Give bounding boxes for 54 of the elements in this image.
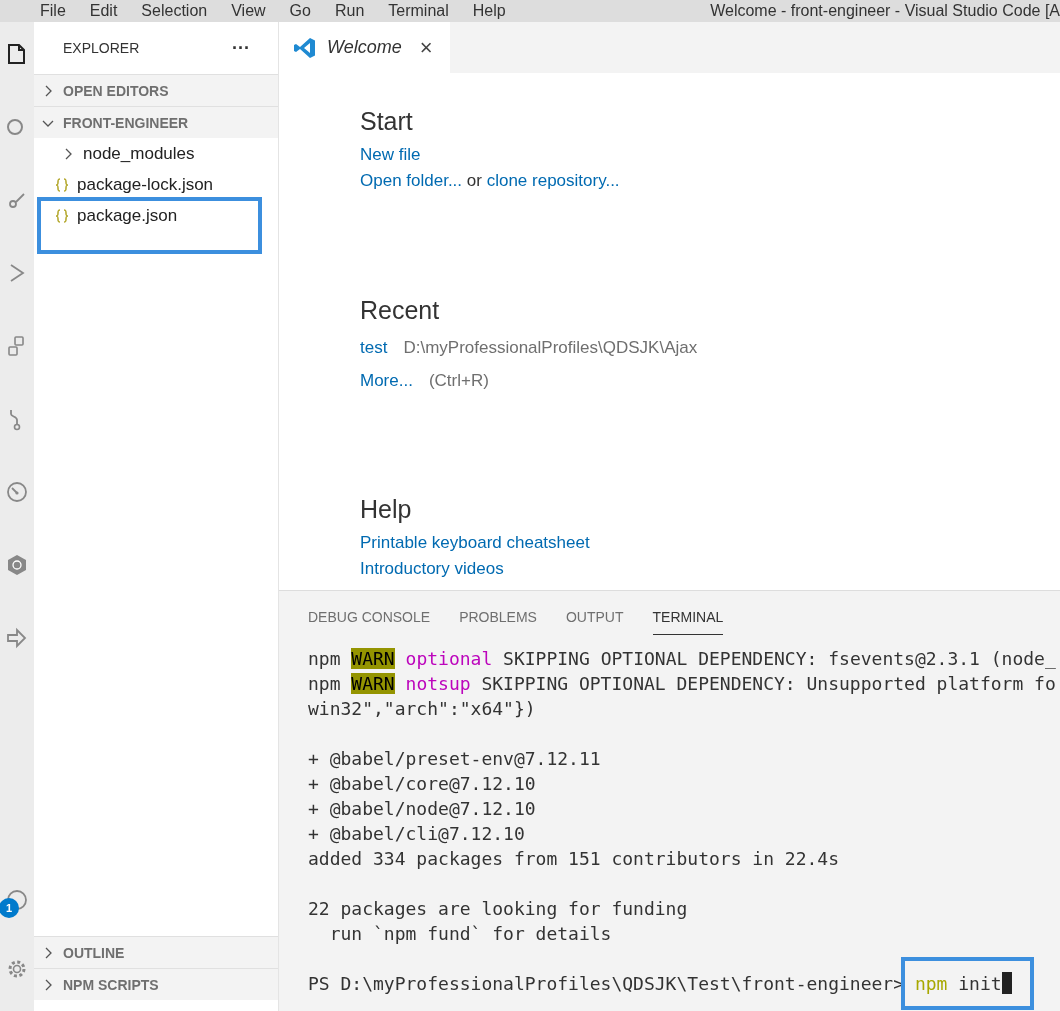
menu-item[interactable]: Run <box>322 2 377 20</box>
account-icon[interactable] <box>5 888 29 912</box>
terminal-prompt: PS D:\myProfessionalProfiles\QDSJK\Test\front-engineer> <box>308 973 905 994</box>
menu-item[interactable]: Help <box>460 2 518 20</box>
vscode-logo-icon <box>293 35 317 60</box>
or-text: or <box>466 171 482 190</box>
window-title: Welcome - front-engineer - Visual Studio Code [A <box>710 2 1060 20</box>
close-icon[interactable]: × <box>419 34 433 61</box>
file-name[interactable]: package.json <box>77 205 178 226</box>
menu-item[interactable]: Terminal <box>376 2 461 20</box>
open-folder-link[interactable]: Open folder... <box>360 171 463 190</box>
share-arrow-icon[interactable] <box>5 626 29 650</box>
gauge-icon[interactable] <box>5 480 29 504</box>
panel-tab[interactable]: DEBUG CONSOLE <box>308 609 431 635</box>
menu-item[interactable]: File <box>28 2 78 20</box>
panel-tab[interactable]: PROBLEMS <box>459 609 537 635</box>
terminal-line: win32","arch":"x64"}) <box>308 697 537 721</box>
file-name[interactable]: package-lock.json <box>77 174 214 195</box>
terminal-line: + @babel/node@7.12.10 <box>308 797 537 821</box>
section-heading: Help <box>360 494 413 525</box>
section-heading: Start <box>360 106 414 137</box>
notification-badge: 1 <box>0 898 19 918</box>
shortcut-hint: (Ctrl+R) <box>428 371 489 390</box>
editor-tab[interactable]: Welcome × <box>279 22 450 73</box>
sidebar-title: EXPLORER <box>63 40 140 56</box>
folder-path: D:\myProfessionalProfiles\QDSJK\Ajax <box>403 338 698 357</box>
menu-item[interactable]: Edit <box>77 2 130 20</box>
terminal-line: + @babel/core@7.12.10 <box>308 772 537 796</box>
help-link[interactable]: Introductory videos <box>360 559 504 578</box>
panel-tab[interactable]: TERMINAL <box>652 609 724 635</box>
terminal-line: npm WARN notsup SKIPPING OPTIONAL DEPENDENCY: Unsupported platform fo <box>308 672 1057 696</box>
braces-icon <box>54 176 70 193</box>
help-link[interactable]: Printable keyboard cheatsheet <box>360 533 590 552</box>
clone-repository-link[interactable]: clone repository... <box>486 171 620 190</box>
helm-wheel-icon[interactable] <box>5 553 29 577</box>
terminal-line: + @babel/preset-env@7.12.11 <box>308 747 602 771</box>
panel-tab[interactable]: OUTPUT <box>565 609 624 635</box>
terminal-line: npm WARN optional SKIPPING OPTIONAL DEPENDENCY: fsevents@2.3.1 (node_ <box>308 647 1057 671</box>
terminal-command: npm init <box>914 973 1002 994</box>
terminal-line: run `npm fund` for details <box>328 922 613 946</box>
braces-icon <box>54 207 70 224</box>
more-link[interactable]: More... <box>360 371 413 390</box>
section-heading: Recent <box>360 295 441 326</box>
menu-item[interactable]: Go <box>277 2 323 20</box>
terminal-line: 22 packages are looking for funding <box>308 897 689 921</box>
terminal-line: added 334 packages from 151 contributors in 22.4s <box>308 847 840 871</box>
recent-folder-link[interactable]: test <box>360 338 388 357</box>
more-actions[interactable]: ··· <box>232 37 250 59</box>
terminal-line: + @babel/cli@7.12.10 <box>308 822 526 846</box>
menu-item[interactable]: View <box>219 2 278 20</box>
file-name[interactable]: node_modules <box>83 143 195 164</box>
section-header[interactable]: OUTLINE <box>63 944 125 961</box>
new-file-link[interactable]: New file <box>360 145 421 164</box>
menu-item[interactable]: Selection <box>129 2 220 20</box>
